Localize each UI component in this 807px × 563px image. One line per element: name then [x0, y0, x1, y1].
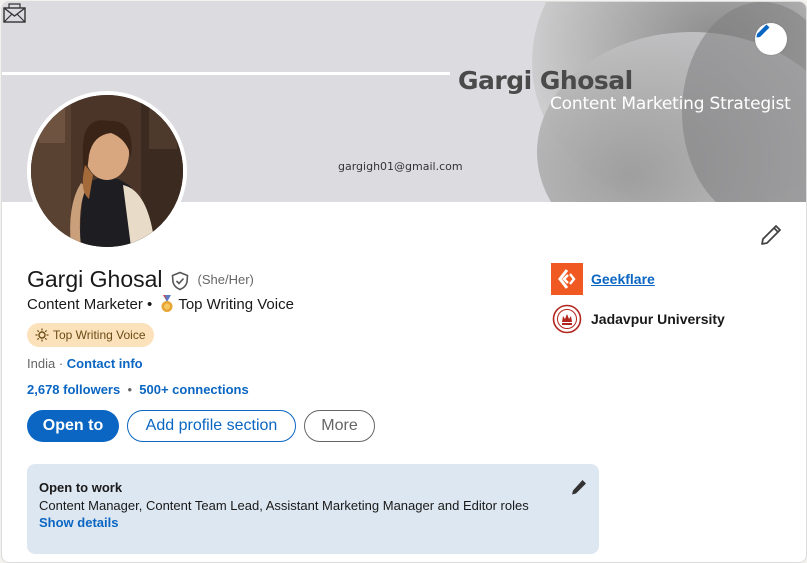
open-to-work-description: Content Manager, Content Team Lead, Assi…	[39, 498, 529, 513]
org-item-geekflare[interactable]: Geekflare	[551, 263, 655, 295]
headline: Content Marketer • Top Writing Voice	[27, 295, 294, 313]
pencil-icon	[572, 480, 586, 495]
open-to-work-card[interactable]: Open to work Content Manager, Content Te…	[27, 464, 599, 554]
connections-link[interactable]: 500+ connections	[139, 382, 248, 397]
geekflare-logo	[551, 263, 583, 295]
add-profile-section-button[interactable]: Add profile section	[127, 410, 296, 442]
location: India	[27, 356, 56, 371]
org-item-jadavpur[interactable]: Jadavpur University	[551, 303, 725, 335]
org-name: Jadavpur University	[591, 311, 725, 327]
pronouns: (She/Her)	[197, 272, 254, 287]
followers-link[interactable]: 2,678 followers	[27, 382, 120, 397]
verified-shield-icon[interactable]	[170, 271, 190, 291]
pencil-icon	[756, 24, 770, 38]
medal-icon	[161, 295, 173, 312]
banner-divider-line	[2, 72, 450, 75]
action-buttons: Open to Add profile section More	[27, 410, 375, 442]
envelope-icon	[3, 3, 26, 23]
contact-info-link[interactable]: Contact info	[67, 356, 143, 371]
network-stats: 2,678 followers • 500+ connections	[27, 382, 249, 397]
top-writing-voice-badge[interactable]: Top Writing Voice	[27, 323, 154, 347]
banner-role: Content Marketing Strategist	[550, 94, 791, 114]
pencil-icon	[761, 225, 781, 245]
location-separator: ·	[58, 356, 64, 371]
org-name[interactable]: Geekflare	[591, 271, 655, 287]
badge-label: Top Writing Voice	[53, 328, 146, 342]
edit-profile-button[interactable]	[759, 223, 783, 252]
headline-role: Content Marketer •	[27, 295, 153, 313]
open-to-button[interactable]: Open to	[27, 410, 119, 442]
location-row: India · Contact info	[27, 356, 143, 371]
profile-name: Gargi Ghosal	[27, 266, 163, 292]
jadavpur-logo	[551, 303, 583, 335]
show-details-link[interactable]: Show details	[39, 515, 118, 530]
banner-name: Gargi Ghosal	[458, 66, 633, 95]
edit-cover-button[interactable]	[755, 23, 787, 55]
stats-separator: •	[123, 382, 136, 397]
avatar[interactable]	[27, 91, 187, 251]
name-row: Gargi Ghosal (She/Her)	[27, 266, 254, 293]
sun-badge-icon	[35, 328, 49, 342]
open-to-work-title: Open to work	[39, 480, 123, 495]
profile-card: Gargi Ghosal Content Marketing Strategis…	[1, 1, 807, 563]
more-button[interactable]: More	[304, 410, 375, 442]
edit-open-to-work-button[interactable]	[570, 478, 588, 501]
banner-email: gargigh01@gmail.com	[338, 160, 463, 173]
headline-badge[interactable]: Top Writing Voice	[178, 296, 294, 313]
avatar-photo	[31, 95, 183, 247]
